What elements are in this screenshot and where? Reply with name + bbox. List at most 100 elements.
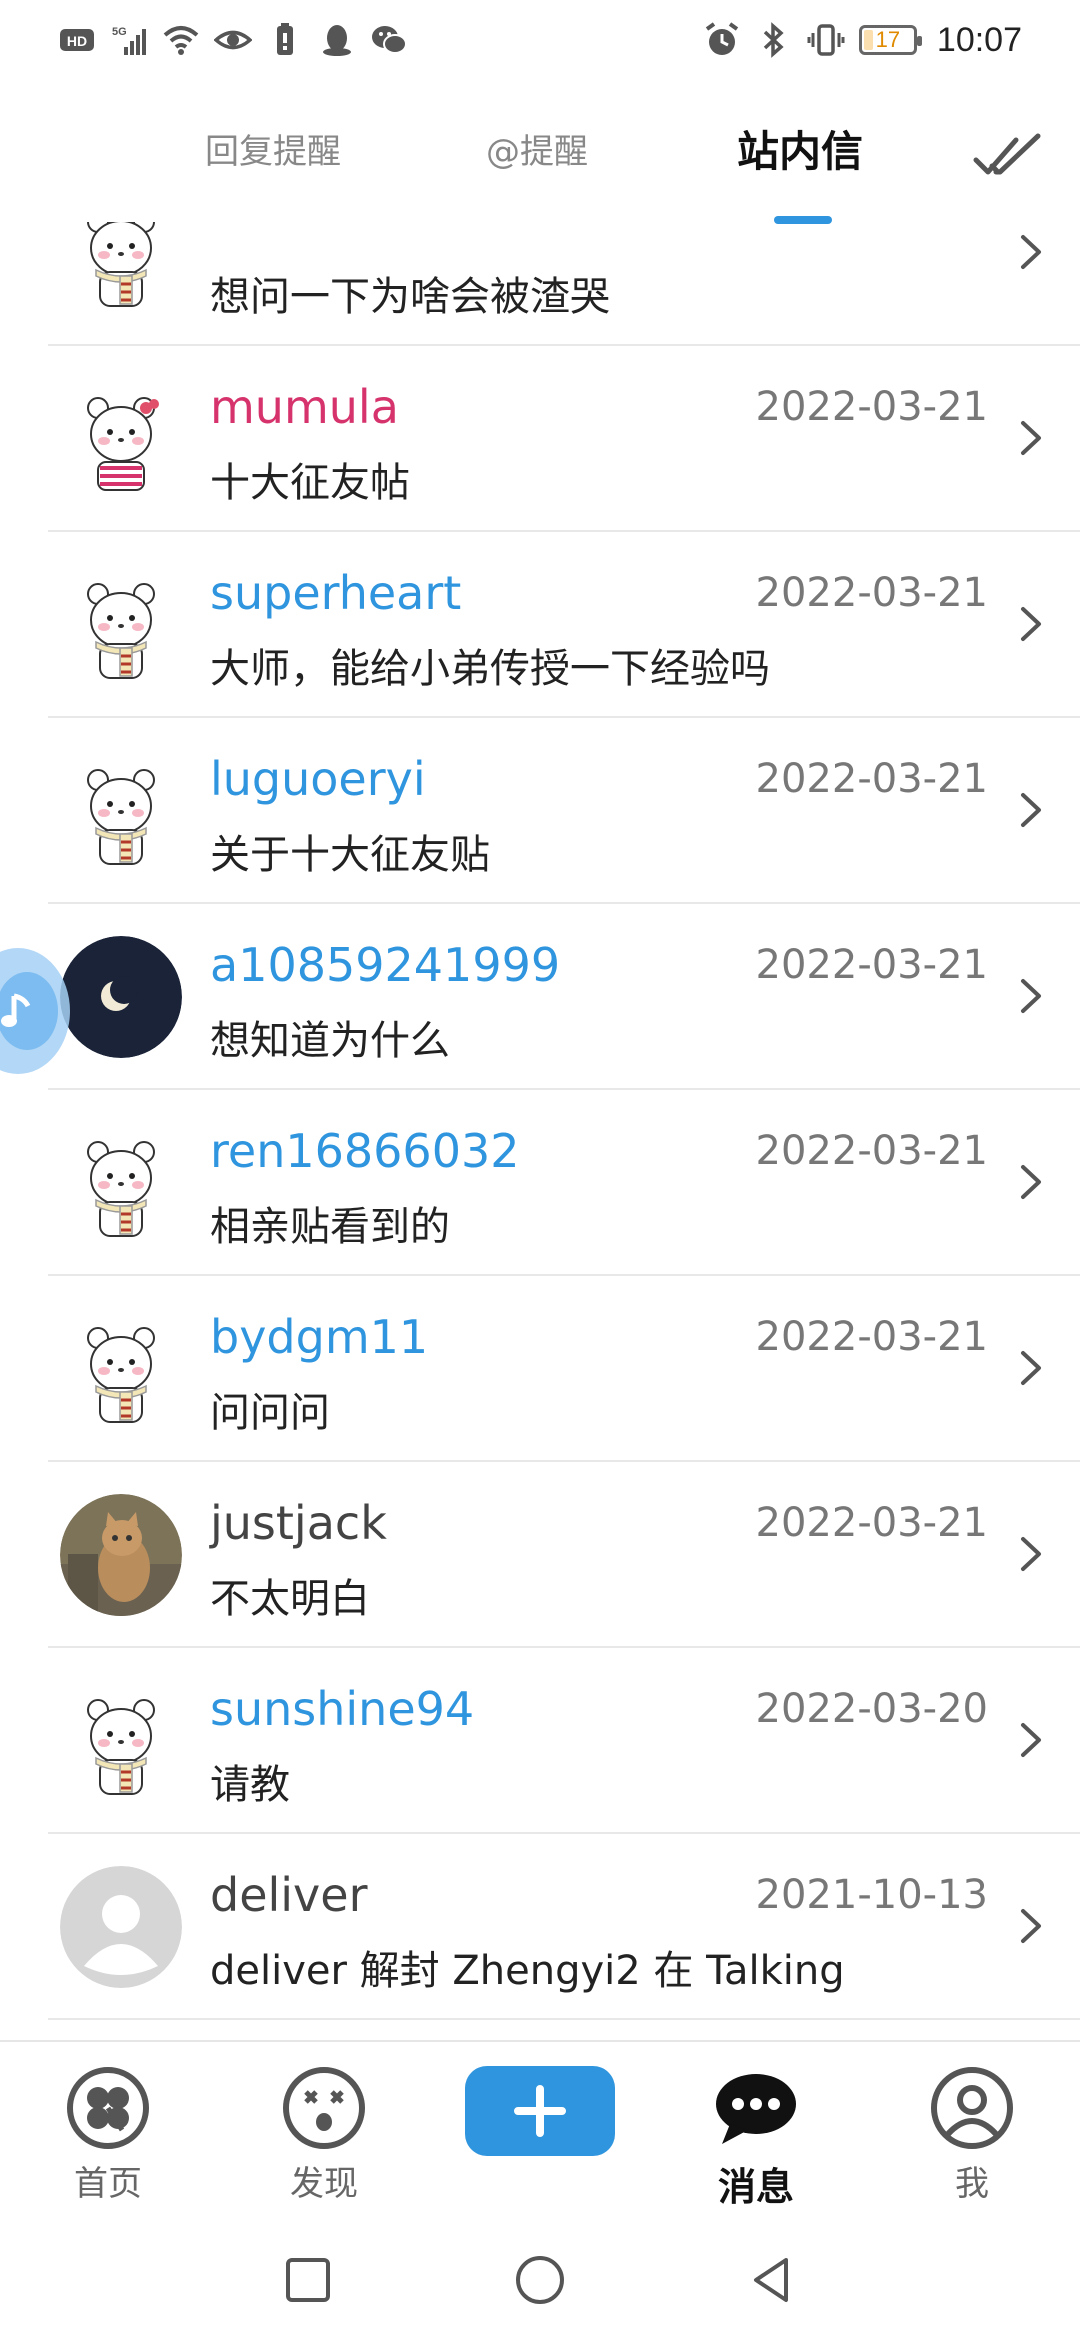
chevron-right-icon xyxy=(1021,979,1041,1013)
sender-name[interactable]: ren16866032 xyxy=(210,1124,520,1178)
chevron-right-icon xyxy=(1021,235,1041,269)
message-row[interactable]: a10859241999 2022-03-21 想知道为什么 xyxy=(0,904,1080,1090)
chevron-right-icon xyxy=(1021,607,1041,641)
avatar[interactable] xyxy=(60,750,182,872)
battery-level: 17 xyxy=(875,27,901,52)
svg-text:5G: 5G xyxy=(112,26,127,38)
message-row[interactable]: justjack 2022-03-21 不太明白 xyxy=(0,1462,1080,1648)
message-row[interactable]: sunshine94 2022-03-20 请教 xyxy=(0,1648,1080,1834)
row-divider xyxy=(48,2018,1080,2020)
message-preview: 关于十大征友贴 xyxy=(210,832,490,878)
nav-me[interactable]: 我 xyxy=(902,2066,1042,2205)
eye-icon xyxy=(214,30,252,50)
battery-icon: 17 xyxy=(858,25,922,55)
nav-home[interactable]: 首页 xyxy=(38,2066,178,2205)
message-preview: deliver 解封 Zhengyi2 在 Talking xyxy=(210,1948,845,1994)
sender-name[interactable]: deliver xyxy=(210,1868,368,1922)
wifi-icon xyxy=(163,26,199,55)
avatar[interactable] xyxy=(60,936,182,1058)
status-bar: HD 5G 17 10:07 xyxy=(0,0,1080,80)
message-date: 2022-03-21 xyxy=(755,1500,988,1546)
battery-saver-icon xyxy=(277,23,293,55)
chevron-right-icon xyxy=(1021,421,1041,455)
home-icon[interactable] xyxy=(512,2252,568,2308)
message-row[interactable]: mumula 2022-03-21 十大征友帖 xyxy=(0,346,1080,532)
wechat-icon xyxy=(372,26,407,54)
chevron-right-icon xyxy=(1021,793,1041,827)
message-row[interactable]: bydgm11 2022-03-21 问问问 xyxy=(0,1276,1080,1462)
qq-icon xyxy=(323,25,351,56)
avatar[interactable] xyxy=(60,1122,182,1244)
user-circle-icon xyxy=(931,2067,1013,2149)
avatar[interactable] xyxy=(60,222,182,314)
message-row[interactable]: superheart 2022-03-21 大师，能给小弟传授一下经验吗 xyxy=(0,532,1080,718)
message-row[interactable]: luguoeryi 2022-03-21 关于十大征友贴 xyxy=(0,718,1080,904)
message-preview: 想问一下为啥会被渣哭 xyxy=(210,274,610,320)
avatar[interactable] xyxy=(60,1308,182,1430)
message-date: 2022-03-21 xyxy=(755,1128,988,1174)
message-date: 2022-03-21 xyxy=(755,1314,988,1360)
nav-discover-label: 发现 xyxy=(290,2164,358,2204)
sender-name[interactable]: a10859241999 xyxy=(210,938,560,992)
music-note-icon xyxy=(1,993,31,1027)
message-row[interactable]: deliver 2021-10-13 deliver 解封 Zhengyi2 在 T… xyxy=(0,1834,1080,2020)
recent-apps-icon[interactable] xyxy=(280,2252,336,2308)
nav-home-label: 首页 xyxy=(74,2164,142,2204)
avatar[interactable] xyxy=(60,564,182,686)
message-preview: 请教 xyxy=(210,1762,290,1808)
sender-name[interactable]: justjack xyxy=(210,1496,387,1550)
message-date: 2022-03-21 xyxy=(755,570,988,616)
avatar[interactable] xyxy=(60,378,182,500)
compose-button[interactable] xyxy=(465,2066,615,2156)
sender-name[interactable]: sunshine94 xyxy=(210,1682,474,1736)
nav-me-label: 我 xyxy=(955,2164,989,2204)
sender-name[interactable]: superheart xyxy=(210,566,461,620)
svg-text:HD: HD xyxy=(67,33,87,49)
system-navigation-bar xyxy=(0,2230,1080,2340)
chevron-right-icon xyxy=(1021,1165,1041,1199)
sender-name[interactable]: bydgm11 xyxy=(210,1310,428,1364)
message-row[interactable]: 想问一下为啥会被渣哭 xyxy=(0,222,1080,346)
avatar[interactable] xyxy=(60,1494,182,1616)
clover-icon xyxy=(67,2067,149,2149)
avatar[interactable] xyxy=(60,1866,182,1988)
chevron-right-icon xyxy=(1021,1351,1041,1385)
message-preview: 大师，能给小弟传授一下经验吗 xyxy=(210,646,770,692)
tab-reply-notice[interactable]: 回复提醒 xyxy=(205,124,341,173)
tab-mention-notice[interactable]: @提醒 xyxy=(486,124,588,173)
signal-5g-icon: 5G xyxy=(112,26,146,55)
sender-name[interactable]: mumula xyxy=(210,380,399,434)
chevron-right-icon xyxy=(1021,1537,1041,1571)
message-date: 2022-03-21 xyxy=(755,942,988,988)
chat-bubble-icon xyxy=(716,2074,796,2144)
nav-discover[interactable]: 发现 xyxy=(254,2066,394,2205)
message-date: 2022-03-21 xyxy=(755,384,988,430)
chevron-right-icon xyxy=(1021,1723,1041,1757)
avatar[interactable] xyxy=(60,1680,182,1802)
nav-messages-label: 消息 xyxy=(717,2165,794,2209)
status-bar-left: HD 5G xyxy=(58,18,408,62)
bluetooth-icon xyxy=(763,22,784,58)
status-bar-right: 17 10:07 xyxy=(703,18,1022,62)
message-row[interactable]: ren16866032 2022-03-21 相亲贴看到的 xyxy=(0,1090,1080,1276)
message-date: 2022-03-20 xyxy=(755,1686,988,1732)
message-preview: 想知道为什么 xyxy=(210,1018,450,1064)
double-check-icon[interactable] xyxy=(972,132,1044,182)
message-tabs: 回复提醒 @提醒 站内信 xyxy=(0,110,1080,230)
vibrate-icon xyxy=(807,24,845,56)
message-preview: 问问问 xyxy=(210,1390,330,1436)
message-list: 想问一下为啥会被渣哭 mumula 2022-03-21 十大征友帖 superhear… xyxy=(0,222,1080,2042)
chevron-right-icon xyxy=(1021,1909,1041,1943)
status-time: 10:07 xyxy=(936,20,1022,59)
dizzy-face-icon xyxy=(283,2067,365,2149)
back-icon[interactable] xyxy=(744,2252,800,2308)
alarm-icon xyxy=(705,22,739,55)
message-preview: 不太明白 xyxy=(210,1576,370,1622)
message-date: 2021-10-13 xyxy=(755,1872,988,1918)
tab-site-messages[interactable]: 站内信 xyxy=(737,118,863,179)
nav-messages[interactable]: 消息 xyxy=(686,2066,826,2211)
plus-icon xyxy=(514,2085,566,2137)
message-preview: 相亲贴看到的 xyxy=(210,1204,450,1250)
bottom-navigation: 首页 发现 消息 我 xyxy=(0,2040,1080,2230)
sender-name[interactable]: luguoeryi xyxy=(210,752,426,806)
